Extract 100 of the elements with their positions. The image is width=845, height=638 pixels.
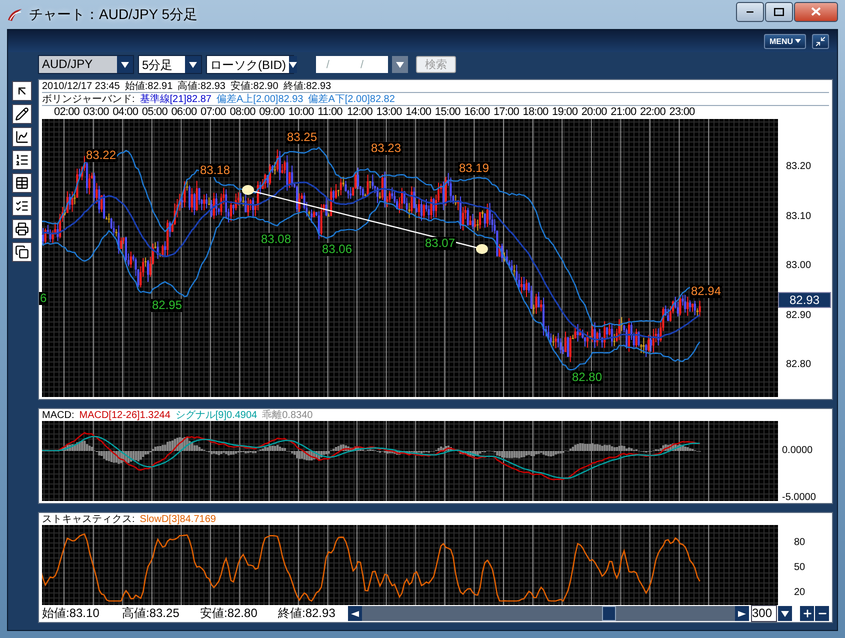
low-price-label: 82.80	[571, 371, 604, 384]
macd-legend-text: シグナル[9]0.4904	[175, 409, 258, 422]
tool-button[interactable]	[12, 104, 32, 124]
macd-axis-label: 0.0000	[782, 445, 813, 456]
caret-icon	[795, 39, 801, 43]
low-price-label: 83.07	[424, 237, 456, 250]
low-price-label: 82.95	[151, 299, 184, 312]
price-info-text: 始値:82.91	[124, 80, 173, 93]
tool-button[interactable]	[12, 196, 32, 216]
time-axis-label: 22:00	[640, 106, 666, 119]
low-price-label: 83.06	[321, 243, 354, 256]
numbered-list-icon	[15, 153, 29, 167]
macd-legend-text: 乖離0.8340	[262, 408, 313, 422]
dropdown[interactable]: ローソク(BID)	[206, 55, 294, 74]
time-axis-label: 12:00	[346, 106, 374, 119]
time-axis-label: 02:00	[54, 106, 81, 119]
time-axis-label: 08:00	[230, 106, 256, 119]
close-button[interactable]	[794, 2, 838, 22]
tool-button[interactable]	[12, 173, 32, 193]
price-axis-label: 82.90	[786, 310, 812, 320]
scroll-left-button[interactable]	[348, 606, 362, 621]
price-axis-label: 83.10	[786, 210, 812, 222]
time-axis-label: 17:00	[493, 106, 520, 119]
zoom-in-button[interactable]	[800, 606, 814, 621]
maximize-icon	[774, 8, 784, 16]
copy-windows-icon	[15, 245, 29, 259]
printer-icon	[15, 222, 29, 236]
caret-icon	[289, 62, 297, 68]
right-arrow-icon	[738, 610, 746, 616]
time-axis-label: 13:00	[376, 106, 403, 119]
count-dropdown-button[interactable]	[778, 606, 792, 621]
caret-icon	[121, 62, 129, 68]
resize-button[interactable]	[812, 34, 829, 48]
scroll-thumb[interactable]	[602, 606, 616, 621]
price-axis-label: 83.00	[786, 260, 812, 271]
close-icon	[811, 7, 821, 16]
time-axis-label: 16:00	[464, 106, 491, 119]
macd-legend-text: MACD[12-26]1.3244	[79, 410, 170, 420]
high-price-label: 83.23	[370, 142, 402, 155]
scroll-right-button[interactable]	[735, 606, 749, 621]
time-axis-label: 14:00	[406, 106, 432, 119]
current-price-label: 82.93	[778, 292, 831, 308]
window-title: チャート：AUD/JPY 5分足	[29, 6, 199, 24]
caret-icon	[189, 62, 197, 68]
time-axis-label: 19:00	[552, 106, 579, 119]
price-info-text: 高値:82.93	[178, 80, 226, 93]
high-price-label: 83.25	[286, 131, 318, 144]
summary-value: 安値:82.80	[200, 605, 258, 622]
left-arrow-icon	[351, 610, 359, 616]
price-info-text: 2010/12/17 23:45	[42, 80, 120, 92]
bollinger-value: 基準線[21]82.87	[140, 92, 212, 106]
tool-button[interactable]	[12, 127, 32, 147]
menu-button[interactable]: MENU	[764, 34, 806, 48]
caret-icon	[781, 610, 789, 616]
time-axis-label: 20:00	[581, 106, 608, 119]
low-price-label: 6	[39, 292, 48, 305]
time-axis-label: 09:00	[259, 106, 286, 119]
time-axis-label: 10:00	[288, 106, 315, 119]
time-axis-label: 15:00	[434, 106, 462, 119]
tool-button[interactable]	[12, 219, 32, 239]
time-axis-label: 18:00	[522, 106, 550, 119]
time-axis-label: 23:00	[669, 106, 696, 119]
time-axis-label: 06:00	[171, 106, 198, 119]
stochastic-legend-text: SlowD[3]84.7169	[140, 514, 216, 524]
app-logo-icon	[7, 8, 23, 22]
bollinger-value: 偏差A上[2.00]82.93	[216, 92, 304, 106]
count-field[interactable]: 300	[751, 605, 777, 622]
bollinger-value: 偏差A下[2.00]82.82	[308, 93, 395, 106]
pencil-icon	[15, 107, 29, 121]
price-axis-label: 82.80	[786, 359, 812, 370]
time-axis-label: 07:00	[200, 106, 228, 119]
dropdown[interactable]: 5分足	[138, 55, 202, 74]
checklist-icon	[15, 199, 29, 213]
stochastic-axis-label: 80	[794, 537, 806, 548]
table-icon	[15, 176, 29, 190]
macd-label: MACD:	[42, 410, 74, 420]
stochastic-label: ストキャスティクス:	[42, 513, 135, 526]
summary-value: 始値:83.10	[42, 605, 100, 622]
caret-icon	[396, 62, 404, 68]
high-price-label: 83.18	[199, 164, 232, 177]
tool-button[interactable]	[12, 150, 32, 170]
trend-line-drawing[interactable]	[242, 185, 488, 254]
price-axis-label: 83.20	[786, 161, 812, 172]
summary-value: 高値:83.25	[122, 605, 180, 622]
minimize-button[interactable]	[736, 2, 764, 22]
maximize-button[interactable]	[765, 2, 793, 22]
time-axis-label: 11:00	[318, 106, 344, 119]
macd-axis-label: -5.0000	[782, 492, 816, 503]
line-chart-icon	[15, 130, 29, 144]
tool-button[interactable]	[12, 242, 32, 262]
plus-icon	[802, 608, 812, 619]
high-price-label: 83.19	[458, 162, 490, 175]
stochastic-axis-label: 20	[794, 587, 806, 598]
stochastic-axis-label: 50	[794, 562, 806, 573]
tool-button[interactable]	[12, 81, 32, 101]
summary-value: 終値:82.93	[278, 605, 336, 622]
zoom-out-button[interactable]	[815, 606, 829, 621]
price-info-text: 安値:82.90	[230, 80, 278, 93]
price-info-text: 終値:82.93	[283, 80, 332, 93]
dropdown[interactable]: AUD/JPY	[38, 55, 134, 74]
